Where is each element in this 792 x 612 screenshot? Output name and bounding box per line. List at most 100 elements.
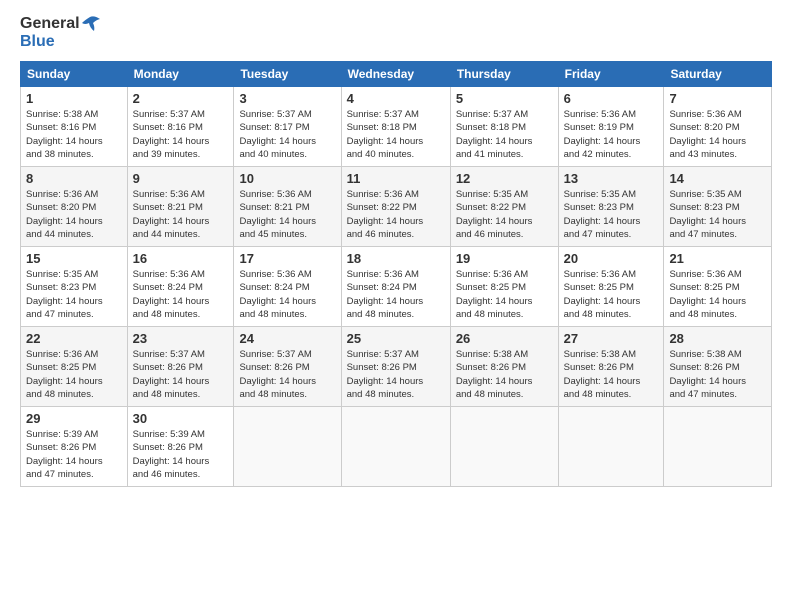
- day-number: 9: [133, 171, 229, 186]
- calendar-day-cell: 2 Sunrise: 5:37 AM Sunset: 8:16 PM Daylig…: [127, 87, 234, 167]
- calendar-day-cell: 26Sunrise: 5:38 AM Sunset: 8:26 PM Dayli…: [450, 327, 558, 407]
- calendar-day-cell: 8 Sunrise: 5:36 AM Sunset: 8:20 PM Daylig…: [21, 167, 128, 247]
- day-number: 11: [347, 171, 445, 186]
- day-info: Sunrise: 5:35 AM Sunset: 8:22 PM Dayligh…: [456, 188, 553, 241]
- calendar-day-cell: 18 Sunrise: 5:36 AM Sunset: 8:24 PM Dayli…: [341, 247, 450, 327]
- calendar-day-cell: 15 Sunrise: 5:35 AM Sunset: 8:23 PM Dayli…: [21, 247, 128, 327]
- page: General Blue SundayMondayTuesdayWednesda…: [0, 0, 792, 612]
- day-info: Sunrise: 5:36 AM Sunset: 8:24 PM Dayligh…: [239, 268, 335, 321]
- calendar-day-cell: 30 Sunrise: 5:39 AM Sunset: 8:26 PM Dayli…: [127, 407, 234, 487]
- day-number: 28: [669, 331, 766, 346]
- day-number: 27: [564, 331, 659, 346]
- weekday-header-thursday: Thursday: [450, 62, 558, 87]
- day-info: Sunrise: 5:37 AM Sunset: 8:16 PM Dayligh…: [133, 108, 229, 161]
- calendar-week-row: 1Sunrise: 5:38 AM Sunset: 8:16 PM Daylig…: [21, 87, 772, 167]
- header: General Blue: [20, 15, 772, 51]
- day-number: 3: [239, 91, 335, 106]
- calendar-day-cell: 9 Sunrise: 5:36 AM Sunset: 8:21 PM Daylig…: [127, 167, 234, 247]
- day-info: Sunrise: 5:35 AM Sunset: 8:23 PM Dayligh…: [564, 188, 659, 241]
- day-info: Sunrise: 5:38 AM Sunset: 8:16 PM Dayligh…: [26, 108, 122, 161]
- calendar-day-cell: 6 Sunrise: 5:36 AM Sunset: 8:19 PM Daylig…: [558, 87, 664, 167]
- calendar-header-row: SundayMondayTuesdayWednesdayThursdayFrid…: [21, 62, 772, 87]
- calendar-day-cell: 21Sunrise: 5:36 AM Sunset: 8:25 PM Dayli…: [664, 247, 772, 327]
- calendar-day-cell: [341, 407, 450, 487]
- day-number: 22: [26, 331, 122, 346]
- logo: General Blue: [20, 15, 102, 51]
- day-number: 6: [564, 91, 659, 106]
- day-number: 16: [133, 251, 229, 266]
- calendar-day-cell: 25Sunrise: 5:37 AM Sunset: 8:26 PM Dayli…: [341, 327, 450, 407]
- calendar-day-cell: 22 Sunrise: 5:36 AM Sunset: 8:25 PM Dayli…: [21, 327, 128, 407]
- calendar-day-cell: 11 Sunrise: 5:36 AM Sunset: 8:22 PM Dayli…: [341, 167, 450, 247]
- calendar-table: SundayMondayTuesdayWednesdayThursdayFrid…: [20, 61, 772, 487]
- weekday-header-saturday: Saturday: [664, 62, 772, 87]
- calendar-day-cell: 16 Sunrise: 5:36 AM Sunset: 8:24 PM Dayli…: [127, 247, 234, 327]
- day-info: Sunrise: 5:36 AM Sunset: 8:24 PM Dayligh…: [347, 268, 445, 321]
- calendar-week-row: 8 Sunrise: 5:36 AM Sunset: 8:20 PM Daylig…: [21, 167, 772, 247]
- day-number: 17: [239, 251, 335, 266]
- logo-blue-text: Blue: [20, 33, 102, 51]
- calendar-day-cell: [234, 407, 341, 487]
- logo-container: General Blue: [20, 15, 102, 51]
- day-number: 12: [456, 171, 553, 186]
- day-info: Sunrise: 5:37 AM Sunset: 8:17 PM Dayligh…: [239, 108, 335, 161]
- calendar-day-cell: 4 Sunrise: 5:37 AM Sunset: 8:18 PM Daylig…: [341, 87, 450, 167]
- day-number: 10: [239, 171, 335, 186]
- day-info: Sunrise: 5:39 AM Sunset: 8:26 PM Dayligh…: [133, 428, 229, 481]
- day-number: 4: [347, 91, 445, 106]
- weekday-header-tuesday: Tuesday: [234, 62, 341, 87]
- calendar-week-row: 29 Sunrise: 5:39 AM Sunset: 8:26 PM Dayli…: [21, 407, 772, 487]
- day-info: Sunrise: 5:37 AM Sunset: 8:26 PM Dayligh…: [347, 348, 445, 401]
- day-number: 14: [669, 171, 766, 186]
- calendar-day-cell: 14Sunrise: 5:35 AM Sunset: 8:23 PM Dayli…: [664, 167, 772, 247]
- day-info: Sunrise: 5:36 AM Sunset: 8:19 PM Dayligh…: [564, 108, 659, 161]
- day-number: 13: [564, 171, 659, 186]
- day-info: Sunrise: 5:37 AM Sunset: 8:18 PM Dayligh…: [456, 108, 553, 161]
- day-number: 5: [456, 91, 553, 106]
- day-info: Sunrise: 5:36 AM Sunset: 8:21 PM Dayligh…: [133, 188, 229, 241]
- calendar-week-row: 22 Sunrise: 5:36 AM Sunset: 8:25 PM Dayli…: [21, 327, 772, 407]
- weekday-header-monday: Monday: [127, 62, 234, 87]
- calendar-day-cell: 28 Sunrise: 5:38 AM Sunset: 8:26 PM Dayli…: [664, 327, 772, 407]
- weekday-header-wednesday: Wednesday: [341, 62, 450, 87]
- day-info: Sunrise: 5:36 AM Sunset: 8:22 PM Dayligh…: [347, 188, 445, 241]
- calendar-body: 1Sunrise: 5:38 AM Sunset: 8:16 PM Daylig…: [21, 87, 772, 487]
- day-info: Sunrise: 5:36 AM Sunset: 8:20 PM Dayligh…: [26, 188, 122, 241]
- calendar-day-cell: 23Sunrise: 5:37 AM Sunset: 8:26 PM Dayli…: [127, 327, 234, 407]
- day-number: 18: [347, 251, 445, 266]
- day-number: 8: [26, 171, 122, 186]
- day-info: Sunrise: 5:36 AM Sunset: 8:20 PM Dayligh…: [669, 108, 766, 161]
- day-info: Sunrise: 5:36 AM Sunset: 8:25 PM Dayligh…: [26, 348, 122, 401]
- calendar-day-cell: 13 Sunrise: 5:35 AM Sunset: 8:23 PM Dayli…: [558, 167, 664, 247]
- day-info: Sunrise: 5:37 AM Sunset: 8:26 PM Dayligh…: [239, 348, 335, 401]
- day-info: Sunrise: 5:36 AM Sunset: 8:25 PM Dayligh…: [456, 268, 553, 321]
- day-number: 2: [133, 91, 229, 106]
- day-number: 23: [133, 331, 229, 346]
- calendar-day-cell: 3 Sunrise: 5:37 AM Sunset: 8:17 PM Daylig…: [234, 87, 341, 167]
- calendar-day-cell: 20Sunrise: 5:36 AM Sunset: 8:25 PM Dayli…: [558, 247, 664, 327]
- day-number: 15: [26, 251, 122, 266]
- day-info: Sunrise: 5:36 AM Sunset: 8:25 PM Dayligh…: [669, 268, 766, 321]
- day-number: 24: [239, 331, 335, 346]
- day-number: 29: [26, 411, 122, 426]
- day-number: 19: [456, 251, 553, 266]
- day-info: Sunrise: 5:36 AM Sunset: 8:24 PM Dayligh…: [133, 268, 229, 321]
- day-info: Sunrise: 5:38 AM Sunset: 8:26 PM Dayligh…: [564, 348, 659, 401]
- logo-bird-icon: [80, 15, 102, 33]
- calendar-day-cell: 7 Sunrise: 5:36 AM Sunset: 8:20 PM Daylig…: [664, 87, 772, 167]
- day-info: Sunrise: 5:36 AM Sunset: 8:21 PM Dayligh…: [239, 188, 335, 241]
- calendar-day-cell: 1Sunrise: 5:38 AM Sunset: 8:16 PM Daylig…: [21, 87, 128, 167]
- day-info: Sunrise: 5:35 AM Sunset: 8:23 PM Dayligh…: [26, 268, 122, 321]
- day-number: 30: [133, 411, 229, 426]
- weekday-header-friday: Friday: [558, 62, 664, 87]
- weekday-header-sunday: Sunday: [21, 62, 128, 87]
- day-info: Sunrise: 5:38 AM Sunset: 8:26 PM Dayligh…: [669, 348, 766, 401]
- logo-general-text: General: [20, 15, 80, 33]
- day-info: Sunrise: 5:39 AM Sunset: 8:26 PM Dayligh…: [26, 428, 122, 481]
- calendar-day-cell: 10 Sunrise: 5:36 AM Sunset: 8:21 PM Dayli…: [234, 167, 341, 247]
- day-info: Sunrise: 5:37 AM Sunset: 8:18 PM Dayligh…: [347, 108, 445, 161]
- day-number: 7: [669, 91, 766, 106]
- day-number: 26: [456, 331, 553, 346]
- calendar-day-cell: [558, 407, 664, 487]
- calendar-day-cell: 27 Sunrise: 5:38 AM Sunset: 8:26 PM Dayli…: [558, 327, 664, 407]
